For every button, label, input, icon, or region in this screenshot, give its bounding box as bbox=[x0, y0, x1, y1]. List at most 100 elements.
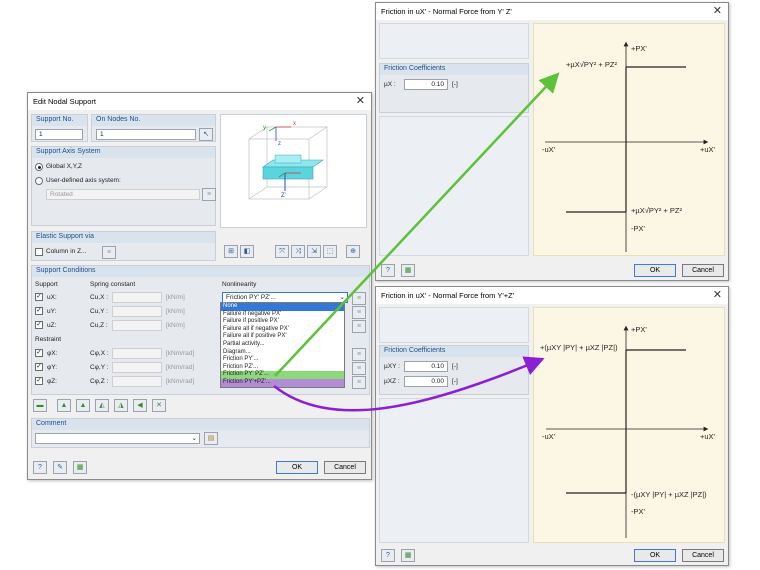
on-nodes-field[interactable]: 1 bbox=[96, 129, 196, 140]
cphix-field[interactable] bbox=[112, 348, 162, 359]
ux-checkbox[interactable]: ✓ bbox=[35, 293, 43, 301]
model-preview: x z y Z' bbox=[220, 114, 367, 228]
support-type-button-3[interactable]: ▲ bbox=[76, 399, 90, 412]
column-checkbox[interactable] bbox=[35, 248, 43, 256]
view-solid-button[interactable]: ◧ bbox=[240, 245, 254, 258]
spring-column-header: Spring constant bbox=[90, 281, 136, 288]
comment-button[interactable]: ▤ bbox=[204, 432, 218, 445]
dropdown-item-friction-py-pz[interactable]: Friction PY' PZ'... bbox=[221, 371, 344, 379]
close-icon[interactable]: ✕ bbox=[356, 94, 365, 107]
view-3d-button[interactable]: ⬚ bbox=[323, 245, 337, 258]
nonlinearity-edit-button-2[interactable]: ≡ bbox=[352, 306, 366, 319]
dropdown-item[interactable]: Failure if negative PX' bbox=[221, 311, 344, 319]
dropdown-item[interactable]: Failure if positive PX' bbox=[221, 318, 344, 326]
nonlinearity-edit-button-5[interactable]: ≡ bbox=[352, 362, 366, 375]
support-type-button-7[interactable]: ✕ bbox=[152, 399, 166, 412]
help-icon[interactable]: ? bbox=[381, 264, 395, 277]
nonlinearity-edit-button-4[interactable]: ≡ bbox=[352, 348, 366, 361]
axis-system-button[interactable]: ≡ bbox=[202, 188, 216, 201]
friction-coefficients-group: Friction Coefficients µX : 0.10 [-] bbox=[379, 63, 529, 113]
help-icon[interactable]: ? bbox=[33, 461, 47, 474]
support-conditions-label: Support Conditions bbox=[32, 266, 369, 277]
help-icon[interactable]: ? bbox=[381, 549, 395, 562]
view-iso-button[interactable]: ⊞ bbox=[224, 245, 238, 258]
phiy-checkbox[interactable]: ✓ bbox=[35, 363, 43, 371]
ok-button[interactable]: OK bbox=[634, 264, 676, 277]
restraint-header: Restraint bbox=[35, 336, 62, 343]
upper-formula: +µX√PY² + PZ² bbox=[566, 60, 617, 69]
dropdown-item[interactable]: Diagram... bbox=[221, 349, 344, 357]
dropdown-item[interactable]: Friction PY'... bbox=[221, 356, 344, 364]
comment-group: Comment ⌄ ▤ bbox=[31, 418, 370, 448]
support-type-button-2[interactable]: ▲ bbox=[57, 399, 71, 412]
cphiy-unit: [kNm/rad] bbox=[166, 364, 195, 371]
support-type-button-1[interactable]: ▬ bbox=[33, 399, 47, 412]
dialog-title: Edit Nodal Support bbox=[33, 97, 96, 106]
comment-field[interactable]: ⌄ bbox=[35, 433, 200, 444]
dropdown-item[interactable]: Partial activity... bbox=[221, 341, 344, 349]
friction-coefficients-group: Friction Coefficients µXY : 0.10 [-] µXZ… bbox=[379, 345, 529, 395]
dropdown-item-friction-py-plus-pz[interactable]: Friction PY'+PZ'... bbox=[221, 378, 344, 387]
support-type-button-4[interactable]: ◭ bbox=[95, 399, 109, 412]
nonlinearity-edit-button[interactable]: ≡ bbox=[352, 292, 366, 305]
edit-nodal-support-dialog: Edit Nodal Support ✕ Support No. 1 On No… bbox=[27, 92, 372, 480]
uz-checkbox[interactable]: ✓ bbox=[35, 321, 43, 329]
view-zoom-button[interactable]: ⊕ bbox=[346, 245, 360, 258]
axis-zp-label: Z' bbox=[281, 193, 286, 199]
support-type-button-6[interactable]: ◀ bbox=[133, 399, 147, 412]
view-y-button[interactable]: ⤨ bbox=[291, 245, 305, 258]
cux-unit: [kN/m] bbox=[166, 294, 185, 301]
support-column-header: Support bbox=[35, 281, 58, 288]
phix-checkbox[interactable]: ✓ bbox=[35, 349, 43, 357]
friction-bottom-lower-panel bbox=[379, 398, 529, 543]
units-icon[interactable]: ▦ bbox=[73, 461, 87, 474]
column-edit-button[interactable]: ≡ bbox=[102, 246, 116, 259]
cphiz-field[interactable] bbox=[112, 376, 162, 387]
mu-x-field[interactable]: 0.10 bbox=[404, 79, 448, 90]
close-icon[interactable]: ✕ bbox=[713, 288, 722, 301]
dropdown-item-none[interactable]: None bbox=[221, 303, 344, 311]
cancel-button[interactable]: Cancel bbox=[324, 461, 366, 474]
cphix-unit: [kNm/rad] bbox=[166, 350, 195, 357]
cancel-button[interactable]: Cancel bbox=[682, 264, 724, 277]
user-defined-radio[interactable] bbox=[35, 177, 43, 185]
dropdown-item[interactable]: Failure all if negative PX' bbox=[221, 326, 344, 334]
support-no-group: Support No. 1 bbox=[31, 114, 88, 142]
edit-icon[interactable]: ✎ bbox=[53, 461, 67, 474]
view-x-button[interactable]: ⤧ bbox=[275, 245, 289, 258]
cux-field[interactable] bbox=[112, 292, 162, 303]
select-nodes-button[interactable]: ↖ bbox=[199, 128, 213, 141]
nonlinearity-edit-button-3[interactable]: ≡ bbox=[352, 320, 366, 333]
rotated-select[interactable]: Rotated bbox=[46, 189, 200, 200]
support-preview-graphic bbox=[248, 126, 328, 200]
units-icon[interactable]: ▦ bbox=[401, 264, 415, 277]
ok-button[interactable]: OK bbox=[276, 461, 318, 474]
axis-system-group: Support Axis System Global X,Y,Z User-de… bbox=[31, 146, 216, 226]
cuy-label: Cu,Y : bbox=[90, 308, 108, 315]
phiz-label: φZ: bbox=[47, 378, 57, 385]
ok-button[interactable]: OK bbox=[634, 549, 676, 562]
nonlinearity-edit-button-6[interactable]: ≡ bbox=[352, 376, 366, 389]
uz-label: uZ: bbox=[47, 322, 57, 329]
mu-x-unit: [-] bbox=[452, 81, 458, 88]
cancel-button[interactable]: Cancel bbox=[682, 549, 724, 562]
units-icon[interactable]: ▦ bbox=[401, 549, 415, 562]
dropdown-item[interactable]: Friction PZ'... bbox=[221, 364, 344, 372]
close-icon[interactable]: ✕ bbox=[713, 4, 722, 17]
mu-xy-field[interactable]: 0.10 bbox=[404, 361, 448, 372]
cuz-field[interactable] bbox=[112, 320, 162, 331]
view-z-button[interactable]: ⇲ bbox=[307, 245, 321, 258]
uy-checkbox[interactable]: ✓ bbox=[35, 307, 43, 315]
cphiy-field[interactable] bbox=[112, 362, 162, 373]
support-no-field[interactable]: 1 bbox=[35, 129, 83, 140]
cuy-field[interactable] bbox=[112, 306, 162, 317]
mu-xz-field[interactable]: 0.00 bbox=[404, 376, 448, 387]
global-radio[interactable] bbox=[35, 163, 43, 171]
mu-xz-unit: [-] bbox=[452, 378, 458, 385]
column-label: Column in Z... bbox=[46, 248, 87, 255]
phiz-checkbox[interactable]: ✓ bbox=[35, 377, 43, 385]
dropdown-item[interactable]: Failure all if positive PX' bbox=[221, 333, 344, 341]
cux-label: Cu,X : bbox=[90, 294, 109, 301]
support-type-button-5[interactable]: ◮ bbox=[114, 399, 128, 412]
ux-label: uX: bbox=[47, 294, 57, 301]
